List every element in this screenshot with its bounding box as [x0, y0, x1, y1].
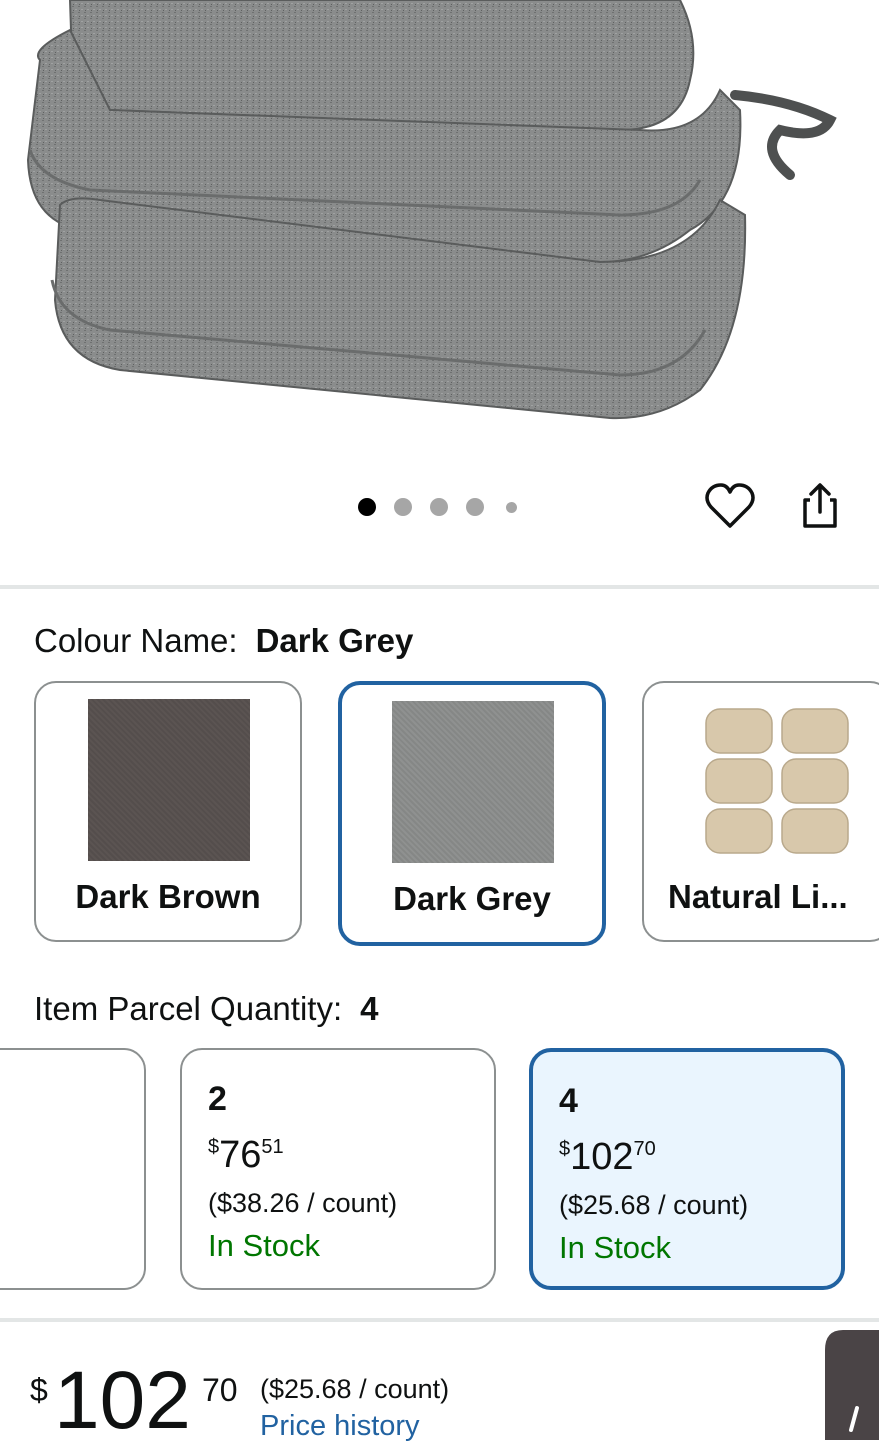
section-divider	[0, 1318, 879, 1322]
quantity-option-stock: In Stock	[208, 1228, 320, 1263]
price-fraction: 70	[202, 1372, 238, 1408]
quantity-option-unit-price: ($25.68 / count)	[559, 1190, 749, 1220]
side-thumbnail[interactable]	[825, 1330, 879, 1440]
natural-linen-cushions-image	[705, 708, 849, 854]
swatch-label: Dark Grey	[393, 880, 551, 917]
product-image[interactable]	[0, 0, 879, 470]
carousel-dot[interactable]	[358, 498, 376, 516]
quantity-option-unit-price: ($38.26 / count)	[208, 1188, 398, 1218]
quantity-option-count: 2	[208, 1080, 227, 1118]
swatch-dark-brown-image	[88, 699, 250, 861]
colour-name-value: Dark Grey	[255, 622, 414, 659]
carousel-dot[interactable]	[506, 502, 517, 513]
carousel-dot[interactable]	[466, 498, 484, 516]
colour-name-label: Colour Name:	[34, 622, 238, 659]
swatch-label: Natural Li...	[668, 878, 848, 915]
quantity-option-stock: In Stock	[559, 1230, 671, 1265]
heart-icon[interactable]	[702, 478, 758, 534]
swatch-dark-grey-image	[392, 701, 554, 863]
swatch-label: Dark Brown	[75, 878, 261, 915]
price-whole: 102	[54, 1355, 191, 1446]
carousel-dot[interactable]	[394, 498, 412, 516]
quantity-option-partial[interactable]	[0, 1048, 146, 1290]
image-carousel-dots[interactable]	[350, 490, 530, 524]
quantity-option-price: $10270	[559, 1136, 656, 1178]
quantity-option-2[interactable]: 2 $7651 ($38.26 / count) In Stock	[180, 1048, 496, 1290]
main-unit-price: ($25.68 / count)	[260, 1374, 450, 1404]
cushion-stack-illustration	[26, 0, 837, 420]
carousel-dot[interactable]	[430, 498, 448, 516]
section-divider	[0, 585, 879, 589]
quantity-label: Item Parcel Quantity:	[34, 990, 343, 1027]
quantity-value: 4	[360, 990, 379, 1027]
quantity-row: Item Parcel Quantity: 4	[34, 990, 378, 1028]
swatch-dark-brown[interactable]: Dark Brown	[34, 681, 302, 942]
colour-name-row: Colour Name: Dark Grey	[34, 622, 413, 660]
swatch-natural-linen[interactable]: Natural Li...	[642, 681, 879, 942]
swatch-dark-grey[interactable]: Dark Grey	[338, 681, 606, 946]
quantity-option-4[interactable]: 4 $10270 ($25.68 / count) In Stock	[529, 1048, 845, 1290]
share-icon[interactable]	[792, 478, 848, 534]
quantity-option-price: $7651	[208, 1134, 284, 1176]
price-history-link[interactable]: Price history	[260, 1410, 420, 1443]
price-symbol: $	[30, 1372, 48, 1408]
quantity-option-count: 4	[559, 1082, 578, 1120]
